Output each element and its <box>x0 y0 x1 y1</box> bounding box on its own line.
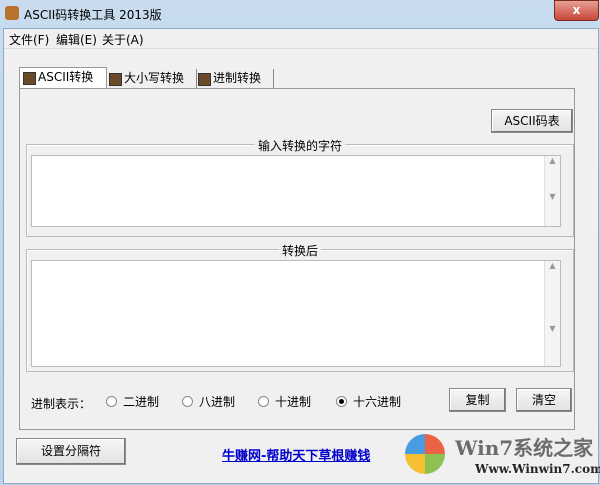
radio-label: 十进制 <box>275 395 312 409</box>
tab-label: 进制转换 <box>213 71 262 85</box>
clear-button[interactable]: 清空 <box>516 388 572 412</box>
radio-decimal[interactable]: 十进制 <box>258 393 311 410</box>
app-icon <box>5 6 19 20</box>
watermark-brand: Win7系统之家 <box>455 436 594 460</box>
radio-hex[interactable]: 十六进制 <box>336 393 401 410</box>
input-scrollbar[interactable]: ▲ ▼ <box>544 156 560 226</box>
radio-binary[interactable]: 二进制 <box>106 393 159 410</box>
input-textarea[interactable]: ▲ ▼ <box>31 155 561 227</box>
close-button[interactable]: x <box>554 0 599 21</box>
radio-circle-checked <box>336 396 347 407</box>
window-title: ASCII码转换工具 2013版 <box>24 8 162 22</box>
radio-circle <box>106 396 117 407</box>
output-group-label: 转换后 <box>278 244 321 258</box>
tab-icon <box>109 73 122 86</box>
tab-ascii[interactable]: ASCII转换 <box>19 67 107 89</box>
promo-link[interactable]: 牛赚网-帮助天下草根赚钱 <box>222 445 370 464</box>
tab-label: ASCII转换 <box>38 70 94 84</box>
app-window: ASCII码转换工具 2013版 x 文件(F) 编辑(E) 关于(A) ASC… <box>0 0 600 485</box>
input-group-label: 输入转换的字符 <box>254 139 345 153</box>
title-bar: ASCII码转换工具 2013版 x <box>0 0 600 28</box>
radix-label: 进制表示： <box>31 397 92 411</box>
radio-circle <box>182 396 193 407</box>
tab-label: 大小写转换 <box>124 71 185 85</box>
copy-button[interactable]: 复制 <box>449 388 506 412</box>
menu-edit[interactable]: 编辑(E) <box>56 31 97 48</box>
input-group: 输入转换的字符 ▲ ▼ <box>26 139 574 237</box>
client-area: 文件(F) 编辑(E) 关于(A) ASCII转换 大小写转换 进制转换 ASC… <box>3 28 599 484</box>
output-scrollbar[interactable]: ▲ ▼ <box>544 261 560 366</box>
radio-octal[interactable]: 八进制 <box>182 393 235 410</box>
ascii-table-button[interactable]: ASCII码表 <box>491 109 573 133</box>
tab-radix[interactable]: 进制转换 <box>195 69 274 88</box>
set-separator-button[interactable]: 设置分隔符 <box>16 438 126 465</box>
menu-bar: 文件(F) 编辑(E) 关于(A) <box>4 29 598 49</box>
radio-label: 二进制 <box>123 395 160 409</box>
windows-logo-icon <box>405 434 445 474</box>
watermark-url: Www.Winwin7.com <box>475 462 600 476</box>
menu-about[interactable]: 关于(A) <box>102 31 144 48</box>
menu-file[interactable]: 文件(F) <box>9 31 49 48</box>
watermark: Win7系统之家 Www.Winwin7.com <box>405 432 600 482</box>
tab-icon <box>198 73 211 86</box>
radio-label: 十六进制 <box>353 395 402 409</box>
output-textarea[interactable]: ▲ ▼ <box>31 260 561 367</box>
tab-case[interactable]: 大小写转换 <box>106 69 197 88</box>
radio-label: 八进制 <box>199 395 236 409</box>
tab-icon <box>23 72 36 85</box>
output-group: 转换后 ▲ ▼ <box>26 244 574 372</box>
radio-circle <box>258 396 269 407</box>
